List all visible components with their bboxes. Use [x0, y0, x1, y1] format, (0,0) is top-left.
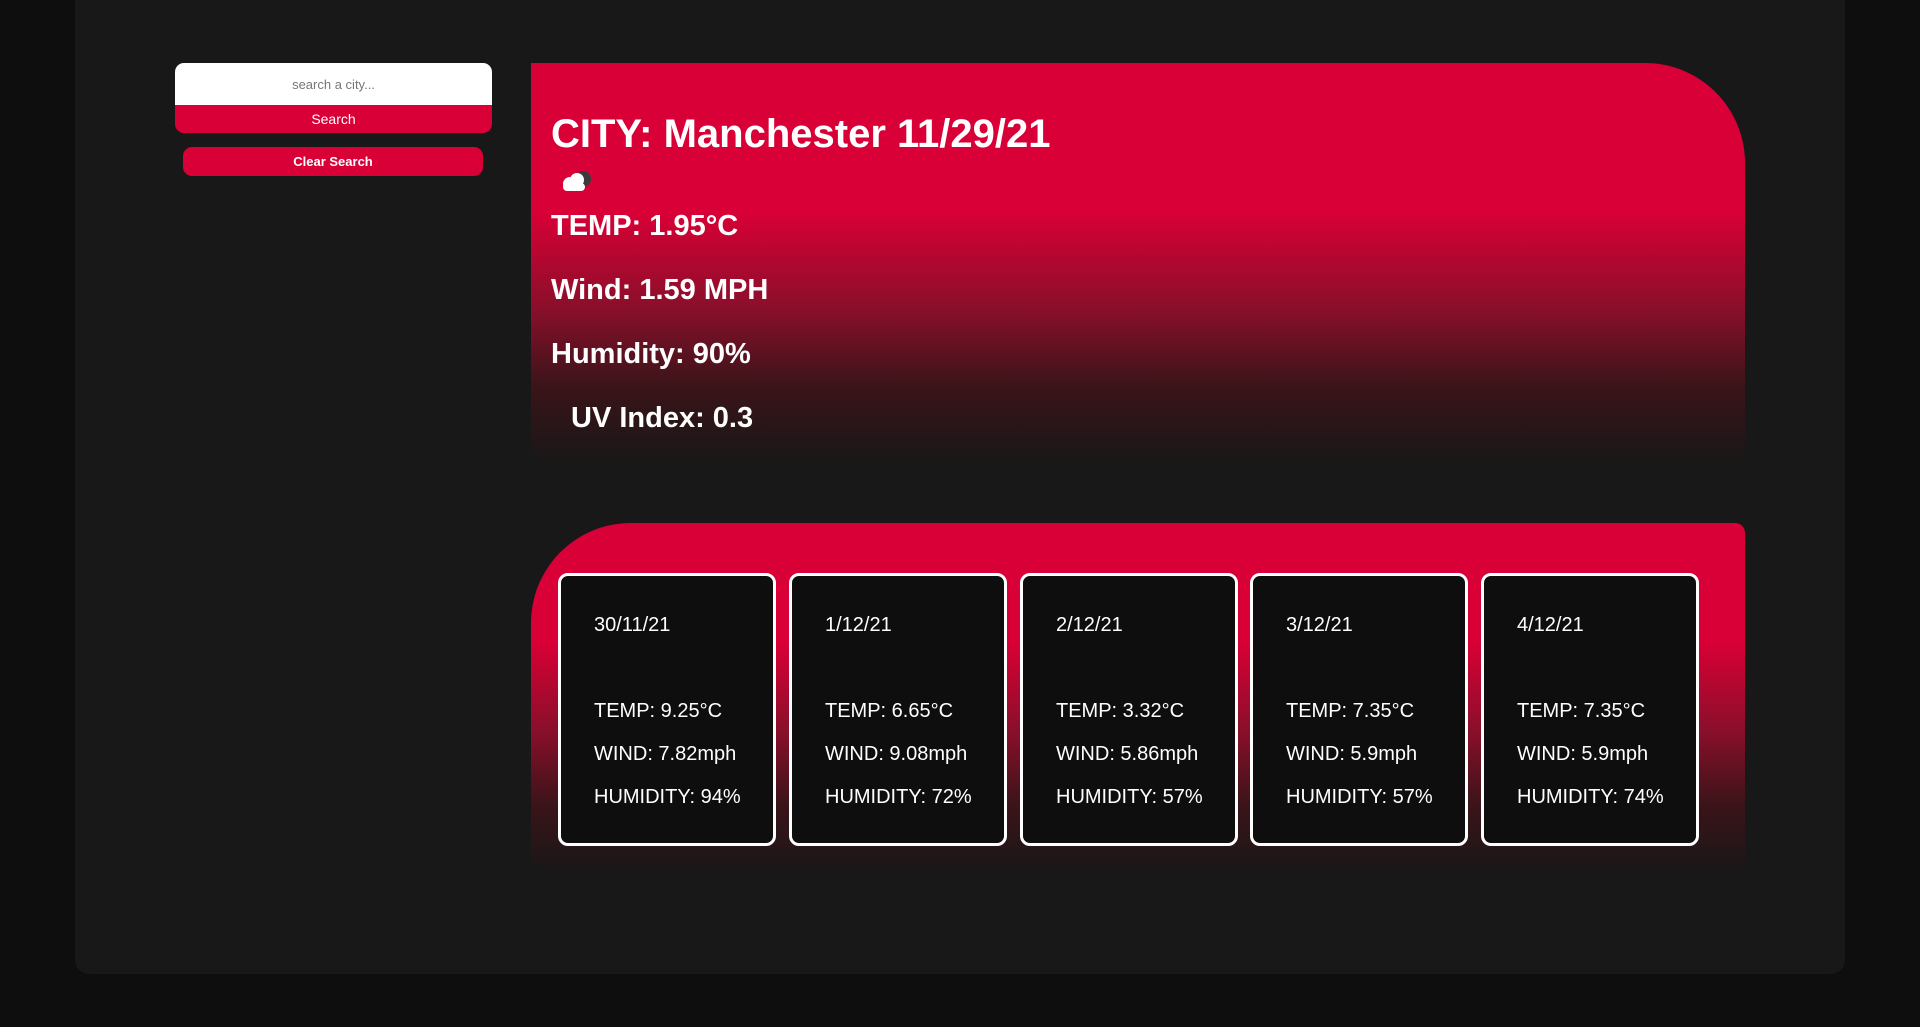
forecast-wind: WIND: 7.82mph	[594, 743, 737, 765]
forecast-temp: TEMP: 7.35°C	[1286, 700, 1415, 722]
main-container: Search Clear Search CITY: Manchester 11/…	[75, 0, 1845, 974]
current-wind: Wind: 1.59 MPH	[551, 274, 769, 306]
search-form: Search	[175, 63, 492, 133]
forecast-wind: WIND: 5.86mph	[1056, 743, 1199, 765]
clear-search-button[interactable]: Clear Search	[183, 147, 483, 176]
forecast-humidity: HUMIDITY: 57%	[1056, 786, 1203, 808]
forecast-date: 3/12/21	[1286, 614, 1353, 636]
current-temp: TEMP: 1.95°C	[551, 210, 739, 242]
forecast-temp: TEMP: 3.32°C	[1056, 700, 1185, 722]
cloud-icon	[563, 171, 591, 191]
forecast-wind: WIND: 5.9mph	[1517, 743, 1649, 765]
current-weather-panel: CITY: Manchester 11/29/21 TEMP: 1.95°C W…	[531, 63, 1745, 458]
current-uv-index: UV Index: 0.3	[571, 402, 754, 434]
forecast-date: 4/12/21	[1517, 614, 1584, 636]
forecast-date: 1/12/21	[825, 614, 892, 636]
forecast-temp: TEMP: 9.25°C	[594, 700, 723, 722]
forecast-humidity: HUMIDITY: 57%	[1286, 786, 1433, 808]
forecast-card: 1/12/21 TEMP: 6.65°C WIND: 9.08mph HUMID…	[789, 573, 1007, 846]
forecast-date: 30/11/21	[594, 614, 671, 636]
forecast-humidity: HUMIDITY: 74%	[1517, 786, 1664, 808]
forecast-wind: WIND: 5.9mph	[1286, 743, 1418, 765]
search-sidebar: Search Clear Search	[175, 63, 492, 176]
city-heading: CITY: Manchester 11/29/21	[551, 112, 1051, 156]
forecast-date: 2/12/21	[1056, 614, 1123, 636]
current-humidity: Humidity: 90%	[551, 338, 751, 370]
forecast-temp: TEMP: 6.65°C	[825, 700, 954, 722]
forecast-humidity: HUMIDITY: 94%	[594, 786, 741, 808]
forecast-humidity: HUMIDITY: 72%	[825, 786, 972, 808]
forecast-card: 2/12/21 TEMP: 3.32°C WIND: 5.86mph HUMID…	[1020, 573, 1238, 846]
search-button[interactable]: Search	[175, 105, 492, 133]
forecast-wind: WIND: 9.08mph	[825, 743, 968, 765]
forecast-card: 3/12/21 TEMP: 7.35°C WIND: 5.9mph HUMIDI…	[1250, 573, 1468, 846]
forecast-card: 4/12/21 TEMP: 7.35°C WIND: 5.9mph HUMIDI…	[1481, 573, 1699, 846]
forecast-card: 30/11/21 TEMP: 9.25°C WIND: 7.82mph HUMI…	[558, 573, 776, 846]
search-input[interactable]	[175, 63, 492, 105]
forecast-temp: TEMP: 7.35°C	[1517, 700, 1646, 722]
forecast-panel: 30/11/21 TEMP: 9.25°C WIND: 7.82mph HUMI…	[531, 523, 1745, 868]
